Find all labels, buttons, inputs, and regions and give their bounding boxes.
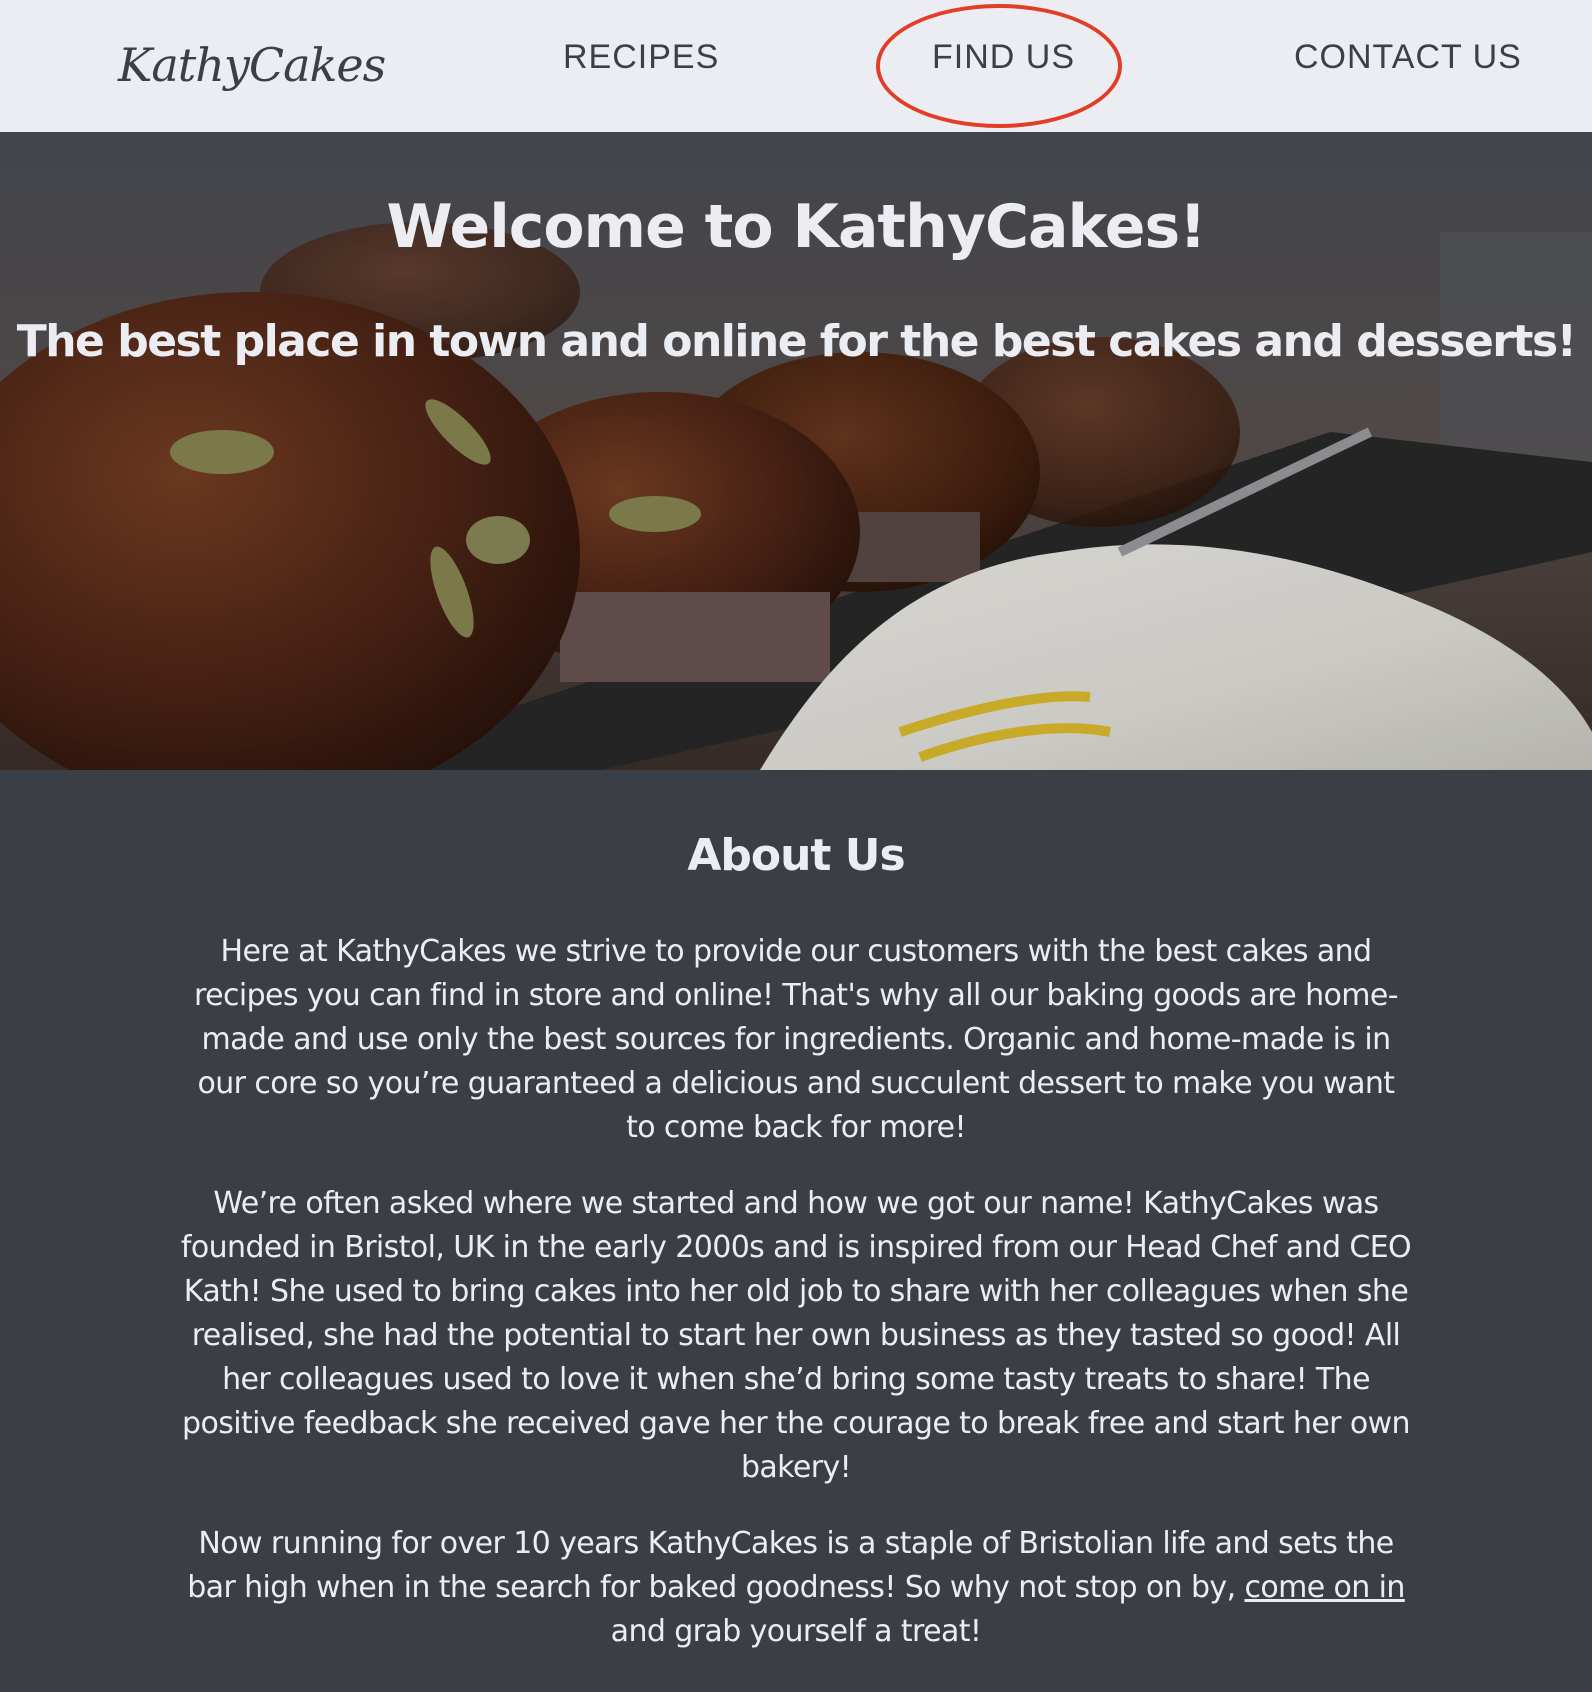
- hero-subtitle: The best place in town and online for th…: [16, 316, 1577, 367]
- brand-logo[interactable]: KathyCakes: [118, 38, 386, 92]
- top-nav: KathyCakes RECIPES FIND US CONTACT US: [0, 0, 1592, 132]
- about-title: About Us: [687, 830, 905, 881]
- about-paragraph-1: Here at KathyCakes we strive to provide …: [194, 934, 1399, 1145]
- about-paragraph-2: We’re often asked where we started and h…: [180, 1186, 1412, 1485]
- hero-banner: Welcome to KathyCakes! The best place in…: [0, 132, 1592, 770]
- come-on-in-link[interactable]: come on in: [1244, 1570, 1405, 1605]
- nav-link-contact-us[interactable]: CONTACT US: [1294, 38, 1522, 77]
- paragraph-3-text-after: and grab yourself a treat!: [610, 1614, 982, 1649]
- about-paragraph-3: Now running for over 10 years KathyCakes…: [180, 1522, 1412, 1654]
- nav-link-recipes[interactable]: RECIPES: [563, 38, 719, 77]
- paragraph-3-text-before: Now running for over 10 years KathyCakes…: [187, 1526, 1394, 1605]
- nav-link-find-us[interactable]: FIND US: [932, 38, 1075, 77]
- about-section: About Us Here at KathyCakes we strive to…: [0, 770, 1592, 1692]
- hero-title: Welcome to KathyCakes!: [386, 192, 1206, 262]
